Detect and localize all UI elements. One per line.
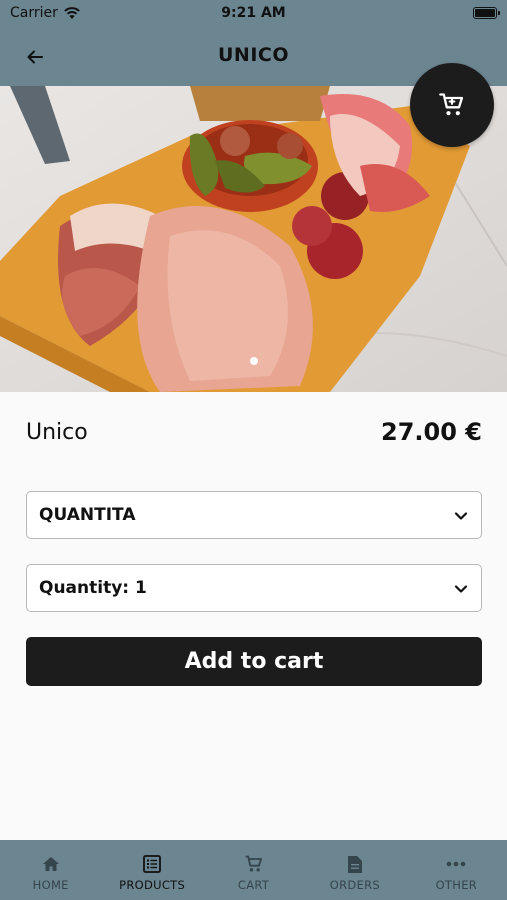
tab-other[interactable]: OTHER bbox=[406, 840, 507, 900]
tab-home[interactable]: HOME bbox=[0, 840, 101, 900]
tab-bar: HOME PRODUCTS CART ORDERS OTHER bbox=[0, 840, 507, 900]
list-icon bbox=[142, 854, 162, 874]
status-bar: Carrier 9:21 AM bbox=[0, 0, 507, 28]
chevron-down-icon bbox=[454, 512, 468, 520]
home-icon bbox=[41, 854, 61, 874]
tab-orders[interactable]: ORDERS bbox=[304, 840, 405, 900]
carousel-dot[interactable] bbox=[250, 357, 258, 365]
cart-icon bbox=[244, 854, 264, 874]
tab-cart-label: CART bbox=[237, 878, 270, 892]
cart-icon bbox=[439, 93, 464, 116]
product-header: Unico 27.00 € bbox=[26, 418, 482, 452]
cart-button[interactable] bbox=[410, 63, 494, 147]
product-name: Unico bbox=[26, 420, 88, 445]
more-icon bbox=[446, 854, 466, 874]
document-icon bbox=[345, 854, 365, 874]
tab-home-label: HOME bbox=[32, 878, 69, 892]
battery-icon bbox=[473, 7, 500, 19]
tab-other-label: OTHER bbox=[435, 878, 478, 892]
page-title: UNICO bbox=[218, 44, 289, 66]
chevron-down-icon bbox=[454, 585, 468, 593]
variant-select[interactable]: QUANTITA bbox=[26, 491, 482, 539]
variant-select-label: QUANTITA bbox=[39, 505, 136, 525]
product-price: 27.00 € bbox=[381, 418, 482, 446]
tab-orders-label: ORDERS bbox=[329, 878, 381, 892]
tab-products[interactable]: PRODUCTS bbox=[101, 840, 202, 900]
quantity-select-label: Quantity: 1 bbox=[39, 578, 147, 598]
tab-cart[interactable]: CART bbox=[203, 840, 304, 900]
tab-products-label: PRODUCTS bbox=[119, 878, 186, 892]
status-time: 9:21 AM bbox=[221, 5, 286, 21]
add-to-cart-button[interactable]: Add to cart bbox=[26, 637, 482, 686]
quantity-select[interactable]: Quantity: 1 bbox=[26, 564, 482, 612]
